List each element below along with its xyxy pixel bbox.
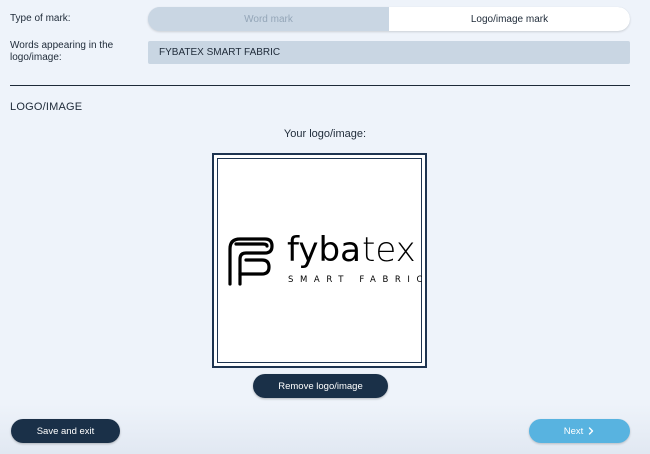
- your-logo-label: Your logo/image:: [283, 128, 367, 140]
- words-appearing-label: Words appearing in the logo/image:: [10, 40, 114, 63]
- section-title: LOGO/IMAGE: [10, 101, 83, 113]
- logo-preview-inner: fyba tex SMART FABRIC: [217, 158, 422, 363]
- logo-preview-frame: fyba tex SMART FABRIC: [212, 153, 427, 368]
- save-and-exit-label: Save and exit: [36, 425, 95, 437]
- words-appearing-value: FYBATEX SMART FABRIC: [159, 47, 281, 58]
- chevron-right-icon: [589, 427, 594, 435]
- words-appearing-field[interactable]: FYBATEX SMART FABRIC: [148, 41, 630, 64]
- logo-wordmark-part1: fyba: [287, 230, 361, 270]
- fybatex-f-icon: [228, 237, 274, 286]
- remove-logo-button-label: Remove logo/image: [278, 380, 363, 392]
- type-of-mark-label: Type of mark:: [10, 13, 71, 24]
- next-button-label: Next: [563, 425, 584, 437]
- logo-tagline: SMART FABRIC: [288, 275, 423, 285]
- save-and-exit-button[interactable]: Save and exit: [11, 419, 120, 443]
- remove-logo-button[interactable]: Remove logo/image: [253, 374, 388, 398]
- word-mark-option[interactable]: Word mark: [148, 7, 389, 31]
- section-divider: [10, 85, 630, 86]
- next-button[interactable]: Next: [529, 419, 630, 443]
- mark-type-toggle: Word mark Logo/image mark: [148, 7, 630, 31]
- logo-wordmark-part2: tex: [362, 230, 416, 270]
- logo-image-mark-option[interactable]: Logo/image mark: [389, 7, 630, 31]
- logo-image: fyba tex SMART FABRIC: [228, 230, 423, 286]
- trademark-form-page: Type of mark: Word mark Logo/image mark …: [0, 0, 650, 454]
